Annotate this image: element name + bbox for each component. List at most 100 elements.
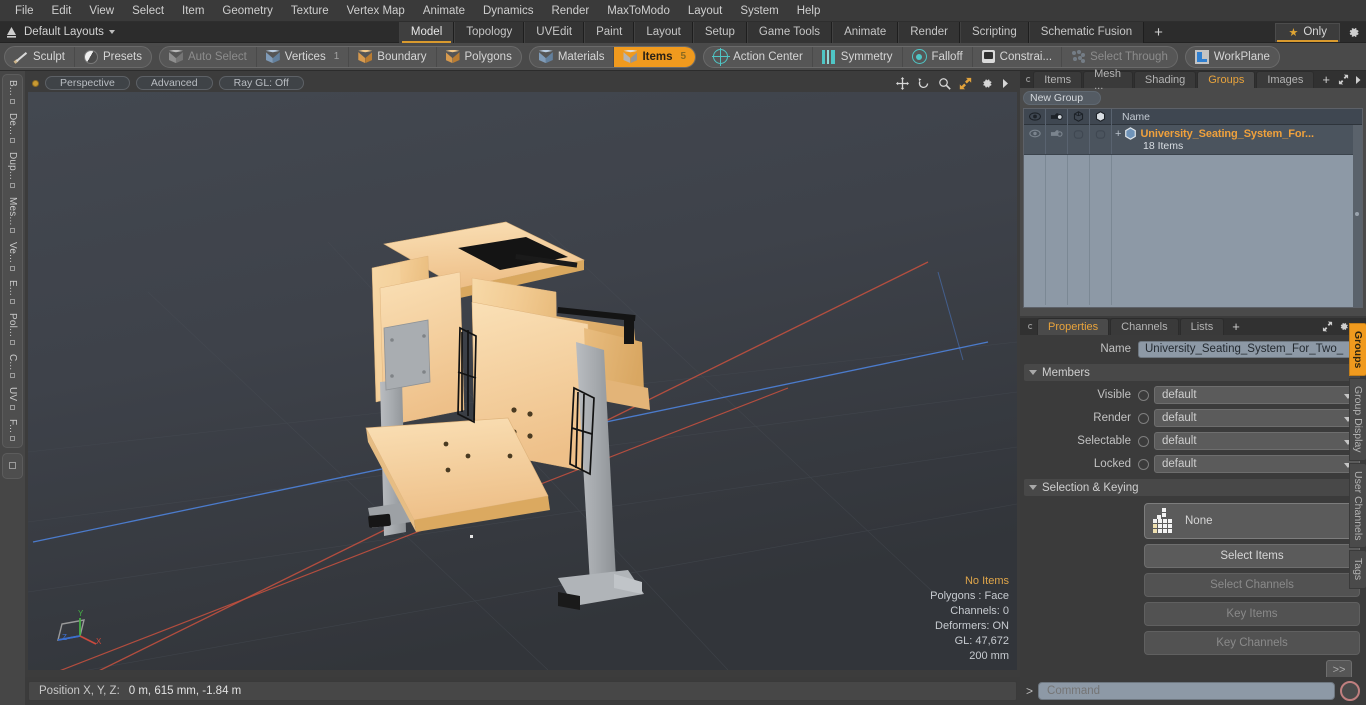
vtab-group-display[interactable]: Group Display: [1349, 378, 1366, 461]
vtab-tags[interactable]: Tags: [1349, 550, 1366, 589]
rail-tab-fusion[interactable]: F...: [3, 415, 22, 445]
tab-images[interactable]: Images: [1256, 71, 1315, 88]
menu-item-help[interactable]: Help: [788, 2, 830, 20]
maximize-icon[interactable]: [1322, 321, 1333, 332]
materials-button[interactable]: Materials: [530, 46, 615, 67]
menu-item-system[interactable]: System: [731, 2, 787, 20]
tab-schematic-fusion[interactable]: Schematic Fusion: [1028, 21, 1145, 43]
chevron-right-icon[interactable]: [1001, 78, 1009, 89]
rail-tab-deform[interactable]: De...: [3, 109, 22, 147]
tab-groups[interactable]: Groups: [1197, 71, 1256, 88]
panel-menu-dot-icon[interactable]: [1024, 71, 1033, 88]
viewport-3d-canvas[interactable]: No Items Polygons : Face Channels: 0 Def…: [28, 92, 1017, 670]
row-render-toggle[interactable]: [1046, 125, 1068, 154]
rail-tab-mesh-edit[interactable]: Mes...: [3, 193, 22, 237]
rail-tab-polygon[interactable]: Pol...: [3, 309, 22, 349]
rail-extra-button[interactable]: [2, 452, 23, 479]
section-selection-keying[interactable]: Selection & Keying: [1024, 479, 1360, 496]
falloff-button[interactable]: Falloff: [903, 46, 973, 67]
menu-item-maxtomodo[interactable]: MaxToModo: [598, 2, 679, 20]
tab-uvedit[interactable]: UVEdit: [524, 21, 585, 43]
name-input[interactable]: University_Seating_System_For_Two_: [1138, 340, 1360, 358]
items-button[interactable]: Items 5: [614, 46, 696, 67]
sculpt-button[interactable]: Sculpt: [5, 46, 75, 67]
select-channels-button[interactable]: Select Channels: [1144, 573, 1360, 597]
presets-button[interactable]: Presets: [75, 47, 151, 67]
rotate-icon[interactable]: [917, 77, 930, 90]
select-items-button[interactable]: Select Items: [1144, 544, 1360, 568]
eye-icon[interactable]: [1024, 108, 1046, 125]
menu-item-edit[interactable]: Edit: [43, 2, 81, 20]
maximize-icon[interactable]: [1338, 74, 1349, 85]
chevron-right-icon[interactable]: [1354, 75, 1362, 85]
render-dropdown[interactable]: default: [1154, 409, 1360, 427]
groups-table-empty-area[interactable]: [1024, 155, 1362, 305]
key-channels-button[interactable]: Key Channels: [1144, 631, 1360, 655]
lock-icon[interactable]: [1090, 108, 1112, 125]
add-panel-tab-button[interactable]: +: [1315, 71, 1337, 88]
vtab-user-channels[interactable]: User Channels: [1349, 462, 1366, 549]
render-icon[interactable]: [1046, 108, 1068, 125]
tab-render[interactable]: Render: [898, 21, 960, 43]
action-center-button[interactable]: Action Center: [704, 46, 813, 67]
menu-item-item[interactable]: Item: [173, 2, 213, 20]
tab-channels[interactable]: Channels: [1110, 318, 1179, 335]
tab-items[interactable]: Items: [1033, 71, 1083, 88]
add-tab-button[interactable]: +: [1144, 22, 1173, 43]
rail-tab-edge[interactable]: E...: [3, 276, 22, 308]
tab-game-tools[interactable]: Game Tools: [746, 21, 833, 43]
only-toggle-button[interactable]: ★ Only: [1275, 22, 1340, 42]
tab-model[interactable]: Model: [398, 21, 455, 43]
tab-setup[interactable]: Setup: [692, 21, 747, 43]
panel-menu-dot-icon[interactable]: [1024, 318, 1037, 335]
select-icon[interactable]: [1068, 108, 1090, 125]
locked-key-circle-icon[interactable]: [1138, 458, 1149, 470]
gear-icon[interactable]: [1338, 321, 1349, 332]
new-group-button[interactable]: New Group: [1023, 91, 1101, 105]
menu-item-layout[interactable]: Layout: [679, 2, 732, 20]
menu-item-animate[interactable]: Animate: [414, 2, 474, 20]
groups-table-scrollbar[interactable]: [1353, 125, 1362, 307]
tab-topology[interactable]: Topology: [454, 21, 525, 43]
tab-scripting[interactable]: Scripting: [959, 21, 1029, 43]
menu-item-dynamics[interactable]: Dynamics: [474, 2, 542, 20]
fit-icon[interactable]: [959, 77, 972, 90]
vtab-groups[interactable]: Groups: [1349, 323, 1366, 377]
tab-lists[interactable]: Lists: [1179, 318, 1225, 335]
menu-item-texture[interactable]: Texture: [282, 2, 338, 20]
row-eye-toggle[interactable]: [1024, 125, 1046, 154]
record-icon[interactable]: [1340, 681, 1360, 701]
settings-gear-icon[interactable]: [1340, 22, 1366, 43]
group-row-name[interactable]: + University_Seating_System_For... 18 It…: [1112, 125, 1362, 152]
view-mode-selector[interactable]: Perspective: [45, 76, 130, 90]
selectable-key-circle-icon[interactable]: [1138, 435, 1149, 447]
command-input[interactable]: [1038, 682, 1335, 700]
rail-tab-uv[interactable]: UV: [3, 383, 22, 413]
tab-layout[interactable]: Layout: [634, 21, 693, 43]
constraint-button[interactable]: Constrai...: [973, 46, 1063, 67]
layout-selector[interactable]: Default Layouts: [22, 26, 121, 38]
symmetry-button[interactable]: Symmetry: [813, 46, 903, 67]
add-properties-tab-button[interactable]: +: [1225, 318, 1247, 335]
shading-mode-selector[interactable]: Advanced: [135, 76, 213, 90]
menu-item-geometry[interactable]: Geometry: [213, 2, 282, 20]
visible-key-circle-icon[interactable]: [1138, 389, 1149, 401]
table-row[interactable]: + University_Seating_System_For... 18 It…: [1024, 125, 1362, 155]
workplane-button[interactable]: WorkPlane: [1186, 47, 1279, 67]
gear-icon[interactable]: [980, 77, 993, 90]
menu-item-file[interactable]: File: [6, 2, 43, 20]
selection-set-selector[interactable]: None: [1144, 503, 1360, 539]
tab-animate[interactable]: Animate: [832, 21, 899, 43]
polygons-button[interactable]: Polygons: [437, 47, 521, 67]
selectable-dropdown[interactable]: default: [1154, 432, 1360, 450]
vertices-button[interactable]: Vertices 1: [257, 46, 350, 67]
visible-dropdown[interactable]: default: [1154, 386, 1360, 404]
menu-item-render[interactable]: Render: [542, 2, 598, 20]
row-lock-toggle[interactable]: [1090, 125, 1112, 154]
move-icon[interactable]: [896, 76, 909, 90]
menu-item-view[interactable]: View: [80, 2, 123, 20]
menu-item-vertex-map[interactable]: Vertex Map: [338, 2, 414, 20]
rail-tab-duplicate[interactable]: Dup...: [3, 148, 22, 192]
expander-icon[interactable]: +: [1115, 128, 1121, 140]
tab-mesh-ops[interactable]: Mesh ...: [1083, 68, 1133, 92]
